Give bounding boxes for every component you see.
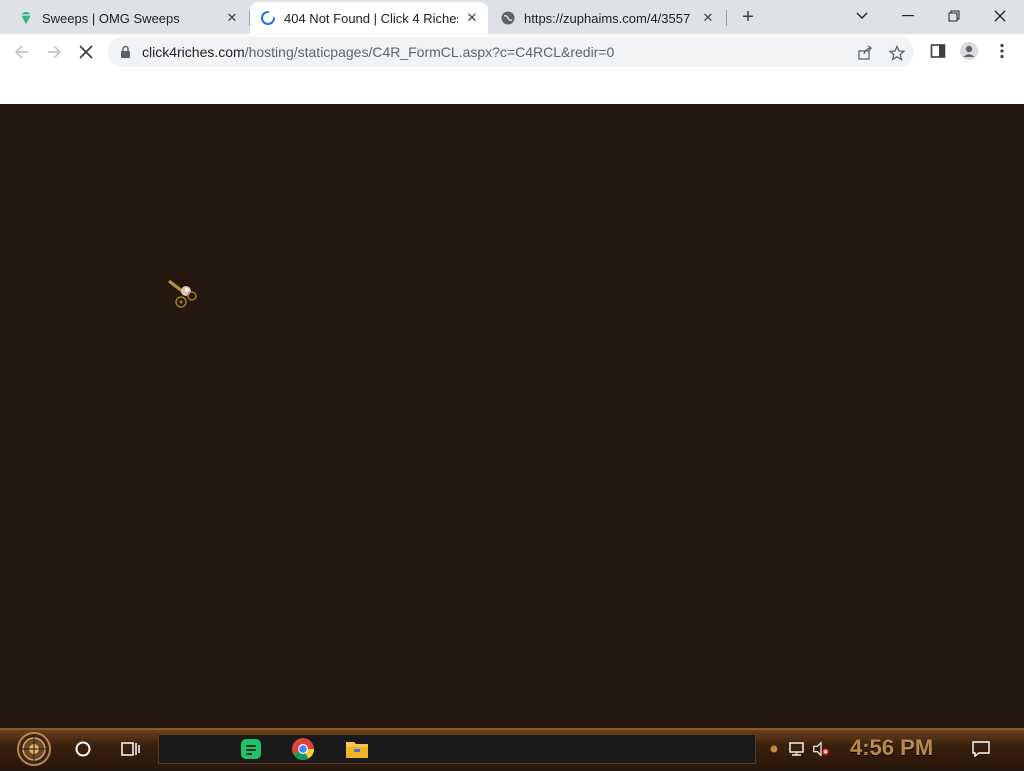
start-button[interactable] <box>10 732 58 766</box>
tab-search-button[interactable] <box>842 4 882 28</box>
loading-spinner-icon <box>260 10 276 26</box>
share-icon[interactable] <box>856 44 874 62</box>
close-tab-icon[interactable]: ✕ <box>464 10 480 26</box>
lock-icon[interactable] <box>120 45 131 64</box>
tab-title: https://zuphaims.com/4/3557 <box>524 10 691 26</box>
tab-zuphaims[interactable]: https://zuphaims.com/4/3557 ✕ <box>490 2 724 34</box>
cortana-search-icon[interactable] <box>70 736 96 762</box>
tab-strip: Sweeps | OMG Sweeps ✕ 404 Not Found | Cl… <box>0 0 1024 34</box>
back-button[interactable] <box>10 40 34 64</box>
profile-avatar-icon[interactable] <box>958 40 980 62</box>
close-tab-icon[interactable]: ✕ <box>700 10 716 26</box>
tab-separator <box>726 10 727 26</box>
page-top-strip <box>0 71 1024 104</box>
network-icon[interactable] <box>788 740 806 758</box>
side-panel-icon[interactable] <box>927 40 949 62</box>
bookmark-star-icon[interactable] <box>888 44 906 62</box>
taskbar: 4:56 PM <box>0 728 1024 768</box>
globe-icon <box>500 10 516 26</box>
url-path: /hosting/staticpages/C4R_FormCL.aspx?c=C… <box>244 44 615 60</box>
tab-title: 404 Not Found | Click 4 Riches <box>284 10 458 26</box>
browser-toolbar: click4riches.com/hosting/staticpages/C4R… <box>0 34 1024 71</box>
stop-loading-button[interactable] <box>74 40 98 64</box>
task-view-icon[interactable] <box>117 736 143 762</box>
url-host: click4riches.com <box>142 44 245 60</box>
restore-button[interactable] <box>934 4 974 28</box>
volume-muted-icon[interactable] <box>812 740 830 758</box>
page-content <box>0 104 1024 728</box>
address-bar[interactable]: click4riches.com/hosting/staticpages/C4R… <box>108 37 914 67</box>
taskbar-clock[interactable]: 4:56 PM <box>850 735 945 763</box>
close-window-button[interactable] <box>980 4 1020 28</box>
steampunk-cursor-icon <box>168 279 197 308</box>
tab-click4riches[interactable]: 404 Not Found | Click 4 Riches ✕ <box>250 2 488 34</box>
tab-omg-sweeps[interactable]: Sweeps | OMG Sweeps ✕ <box>8 2 248 34</box>
tab-title: Sweeps | OMG Sweeps <box>42 10 180 26</box>
new-tab-button[interactable]: + <box>736 6 760 30</box>
action-center-icon[interactable] <box>972 740 990 758</box>
gem-icon <box>18 10 34 26</box>
notes-app-icon[interactable] <box>238 736 264 762</box>
menu-kebab-icon[interactable] <box>991 40 1013 62</box>
file-explorer-icon[interactable] <box>344 736 370 762</box>
close-tab-icon[interactable]: ✕ <box>224 10 240 26</box>
chrome-icon[interactable] <box>290 736 316 762</box>
show-hidden-icons-icon[interactable] <box>765 740 783 758</box>
url-text: click4riches.com/hosting/staticpages/C4R… <box>142 44 614 60</box>
minimize-button[interactable] <box>888 4 928 28</box>
forward-button[interactable] <box>42 40 66 64</box>
